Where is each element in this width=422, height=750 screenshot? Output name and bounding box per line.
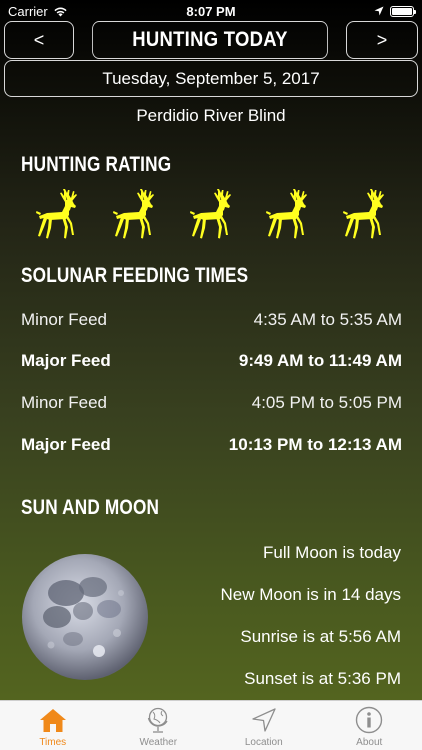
feed-time: 9:49 AM to 11:49 AM — [238, 351, 402, 370]
location-arrow-icon — [250, 706, 278, 734]
location-services-icon — [374, 6, 384, 16]
feed-label: Major Feed — [21, 351, 111, 370]
tab-location[interactable]: Location — [211, 701, 317, 750]
next-day-button[interactable]: > — [346, 21, 418, 59]
full-moon-image — [22, 554, 148, 680]
feed-row: Minor Feed 4:35 AM to 5:35 AM — [21, 310, 402, 330]
hunting-rating — [34, 188, 389, 240]
tab-times[interactable]: Times — [0, 701, 106, 750]
battery-level — [392, 7, 412, 15]
sunset-text: Sunset is at 5:36 PM — [244, 669, 401, 688]
date-selector[interactable]: Tuesday, September 5, 2017 — [4, 60, 418, 97]
feed-label: Minor Feed — [21, 393, 107, 412]
info-icon — [355, 706, 383, 734]
wifi-icon — [54, 7, 67, 16]
deer-icon — [343, 189, 384, 239]
deer-icon — [189, 189, 231, 239]
status-bar: Carrier 8:07 PM — [0, 0, 422, 22]
feed-label: Minor Feed — [21, 310, 107, 329]
nav-row: < HUNTING TODAY > — [4, 21, 418, 59]
deer-icon — [266, 189, 308, 239]
tab-weather[interactable]: Weather — [106, 701, 212, 750]
globe-icon — [144, 706, 172, 734]
new-moon-text: New Moon is in 14 days — [220, 585, 401, 604]
feed-row: Major Feed 9:49 AM to 11:49 AM — [21, 351, 402, 371]
tab-label: Weather — [139, 737, 178, 748]
feed-time: 4:35 AM to 5:35 AM — [253, 310, 402, 329]
previous-day-button[interactable]: < — [4, 21, 74, 59]
full-moon-text: Full Moon is today — [263, 543, 401, 562]
deer-icon — [36, 189, 77, 239]
status-left: Carrier — [8, 4, 68, 19]
feed-time: 4:05 PM to 5:05 PM — [251, 393, 402, 412]
location-name: Perdidio River Blind — [136, 106, 286, 125]
status-right — [374, 5, 416, 17]
hunting-today-button[interactable]: HUNTING TODAY — [92, 21, 328, 59]
sunrise-text: Sunrise is at 5:56 AM — [240, 627, 401, 646]
hunting-rating-title: HUNTING RATING — [21, 153, 172, 176]
battery-icon — [390, 5, 416, 17]
date-label: Tuesday, September 5, 2017 — [102, 68, 320, 88]
tab-label: About — [356, 737, 383, 748]
tab-bar: Times Weather Location About — [0, 700, 422, 750]
tab-label: Times — [39, 737, 67, 748]
deer-icon — [112, 189, 154, 239]
carrier-label: Carrier — [8, 3, 48, 19]
page-title: HUNTING TODAY — [132, 28, 288, 51]
sun-moon-title: SUN AND MOON — [21, 496, 160, 519]
feed-row: Minor Feed 4:05 PM to 5:05 PM — [21, 393, 402, 413]
solunar-title: SOLUNAR FEEDING TIMES — [21, 264, 249, 287]
tab-about[interactable]: About — [317, 701, 422, 750]
tab-label: Location — [244, 737, 283, 748]
feed-row: Major Feed 10:13 PM to 12:13 AM — [21, 435, 402, 455]
home-icon — [39, 706, 67, 734]
feed-label: Major Feed — [21, 435, 111, 454]
feed-time: 10:13 PM to 12:13 AM — [228, 435, 402, 454]
